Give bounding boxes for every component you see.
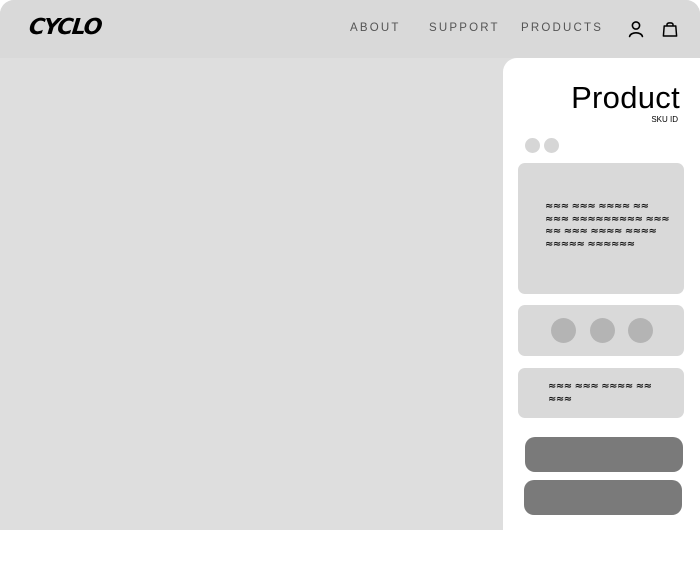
sku-id: SKU ID — [651, 115, 678, 124]
note-text: ≈≈≈ ≈≈≈ ≈≈≈≈ ≈≈ ≈≈≈ — [548, 381, 652, 405]
browser-frame: CYCLO ABOUT SUPPORT PRODUCTS Product SKU… — [0, 0, 700, 530]
color-swatch[interactable] — [544, 138, 559, 153]
bag-icon[interactable] — [660, 19, 680, 39]
nav-products[interactable]: PRODUCTS — [521, 22, 603, 34]
nav-support[interactable]: SUPPORT — [429, 22, 500, 34]
secondary-button[interactable] — [524, 480, 682, 515]
product-title: Product — [571, 80, 680, 115]
product-panel: Product SKU ID ≈≈≈ ≈≈≈ ≈≈≈≈ ≈≈ ≈≈≈ ≈≈≈≈≈… — [503, 58, 700, 530]
brand-logo[interactable]: CYCLO — [28, 15, 103, 40]
option-circle[interactable] — [590, 318, 615, 343]
description-text: ≈≈≈ ≈≈≈ ≈≈≈≈ ≈≈ ≈≈≈ ≈≈≈≈≈≈≈≈≈ ≈≈≈ ≈≈ ≈≈≈… — [545, 201, 670, 250]
nav-about[interactable]: ABOUT — [350, 22, 401, 34]
description-card: ≈≈≈ ≈≈≈ ≈≈≈≈ ≈≈ ≈≈≈ ≈≈≈≈≈≈≈≈≈ ≈≈≈ ≈≈ ≈≈≈… — [518, 163, 684, 294]
user-icon[interactable] — [626, 19, 646, 39]
color-swatch[interactable] — [525, 138, 540, 153]
site-header: CYCLO ABOUT SUPPORT PRODUCTS — [0, 0, 700, 58]
option-circle[interactable] — [551, 318, 576, 343]
primary-button[interactable] — [525, 437, 683, 472]
product-image-placeholder — [0, 58, 503, 530]
note-card: ≈≈≈ ≈≈≈ ≈≈≈≈ ≈≈ ≈≈≈ — [518, 368, 684, 418]
options-card — [518, 305, 684, 356]
option-circle[interactable] — [628, 318, 653, 343]
